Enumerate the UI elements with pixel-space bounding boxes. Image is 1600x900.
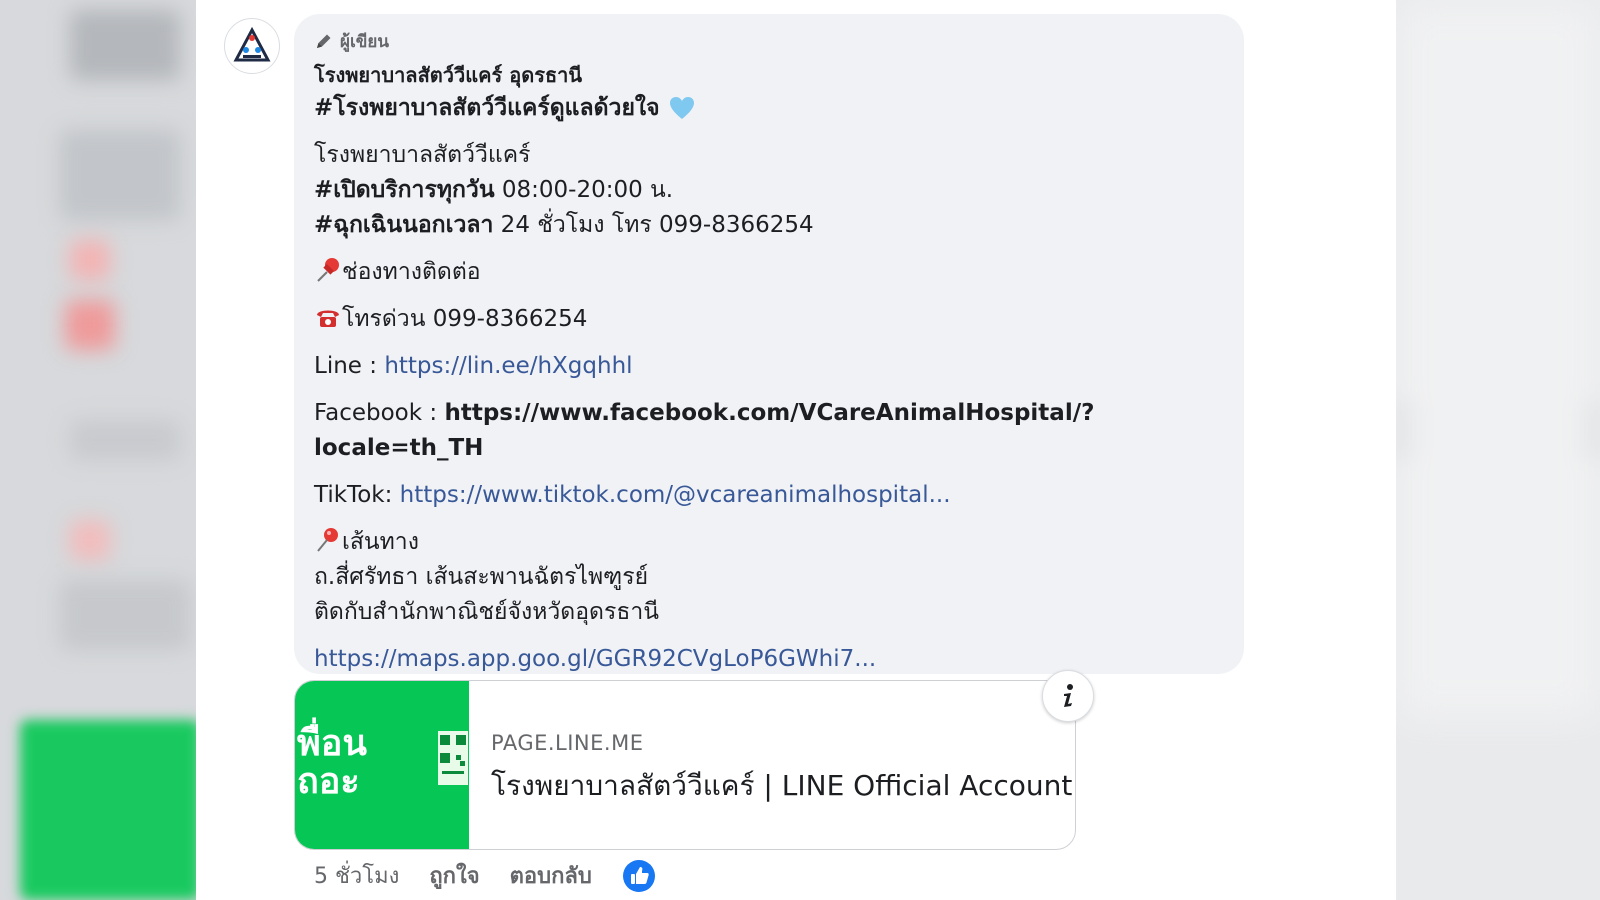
author-name[interactable]: โรงพยาบาลสัตว์วีแคร์ อุดรธานี [314, 60, 1224, 90]
facebook-contact: Facebook : https://www.facebook.com/VCar… [314, 396, 1224, 466]
hours-tag[interactable]: #เปิดบริการทุกวัน [314, 177, 495, 203]
tiktok-link[interactable]: https://www.tiktok.com/@vcareanimalhospi… [400, 482, 951, 508]
link-preview-thumbnail: พื่อน ถอะ [295, 681, 469, 849]
tiktok-label: TikTok: [314, 482, 400, 508]
author-label: ผู้เขียน [340, 31, 389, 52]
blurred-background-right [1396, 0, 1600, 900]
link-preview-card[interactable]: พื่อน ถอะ PAGE.LINE.ME โรงพยาบาลสัตว์วีแ… [294, 680, 1076, 850]
vcare-logo-icon [233, 26, 271, 62]
pushpin-icon [317, 258, 339, 282]
reply-button[interactable]: ตอบกลับ [510, 858, 592, 893]
directions-block: เส้นทาง ถ.สี่ศรัทธา เส้นสะพานฉัตรไพฑูรย์… [314, 525, 1224, 630]
author-badge: ผู้เขียน [314, 28, 1224, 54]
info-icon [1064, 684, 1073, 707]
emergency-line: #ฉุกเฉินนอกเวลา 24 ชั่วโมง โทร 099-83662… [314, 208, 1224, 243]
tiktok-contact: TikTok: https://www.tiktok.com/@vcareani… [314, 478, 1224, 513]
address-line-2: ติดกับสำนักพาณิชย์จังหวัดอุดรธานี [314, 599, 659, 625]
maps-link[interactable]: https://maps.app.goo.gl/GGR92CVgLoP6GWhi… [314, 646, 876, 672]
hotline-line: โทรด่วน 099-8366254 [314, 302, 1224, 337]
like-button[interactable]: ถูกใจ [429, 858, 479, 893]
line-link[interactable]: https://lin.ee/hXgqhhl [384, 353, 632, 379]
hashtag-heading-line: #โรงพยาบาลสัตว์วีแคร์ดูแลด้วยใจ [314, 90, 1224, 126]
hours-line: #เปิดบริการทุกวัน 08:00-20:00 น. [314, 173, 1224, 208]
emergency-value: 24 ชั่วโมง โทร 099-8366254 [493, 212, 814, 238]
qr-code-icon [438, 731, 468, 785]
hashtag-heading[interactable]: #โรงพยาบาลสัตว์วีแคร์ดูแลด้วยใจ [314, 90, 660, 126]
round-pushpin-icon [317, 528, 338, 552]
facebook-label: Facebook : [314, 400, 445, 426]
link-preview-title[interactable]: โรงพยาบาลสัตว์วีแคร์ | LINE Official Acc… [491, 764, 1072, 808]
info-button[interactable] [1042, 670, 1094, 722]
thumbnail-text-2: ถอะ [297, 761, 360, 802]
pencil-icon [317, 34, 331, 48]
like-reaction-icon[interactable] [622, 859, 656, 893]
comment-panel: ผู้เขียน โรงพยาบาลสัตว์วีแคร์ อุดรธานี #… [196, 0, 1396, 900]
blurred-background-left [0, 0, 196, 900]
contact-heading-line: ช่องทางติดต่อ [314, 255, 1224, 290]
telephone-icon [317, 310, 339, 327]
blue-heart-icon [669, 97, 694, 119]
address-line-1: ถ.สี่ศรัทธา เส้นสะพานฉัตรไพฑูรย์ [314, 564, 649, 590]
directions-heading: เส้นทาง [342, 529, 419, 555]
line-contact: Line : https://lin.ee/hXgqhhl [314, 349, 1224, 384]
emergency-tag[interactable]: #ฉุกเฉินนอกเวลา [314, 212, 493, 238]
hotline: โทรด่วน 099-8366254 [342, 306, 588, 332]
comment-actions: 5 ชั่วโมง ถูกใจ ตอบกลับ [314, 858, 656, 893]
directions-heading-line: เส้นทาง [314, 525, 1224, 560]
hours-block: โรงพยาบาลสัตว์วีแคร์ #เปิดบริการทุกวัน 0… [314, 138, 1224, 243]
contact-heading: ช่องทางติดต่อ [342, 259, 481, 285]
thumbnail-text-1: พื่อน [297, 723, 367, 764]
hospital-name: โรงพยาบาลสัตว์วีแคร์ [314, 142, 531, 168]
comment-time[interactable]: 5 ชั่วโมง [314, 858, 399, 893]
comment-bubble: ผู้เขียน โรงพยาบาลสัตว์วีแคร์ อุดรธานี #… [294, 14, 1244, 674]
link-preview-domain: PAGE.LINE.ME [491, 731, 644, 755]
line-label: Line : [314, 353, 385, 379]
page-avatar[interactable] [224, 18, 280, 74]
maps-line: https://maps.app.goo.gl/GGR92CVgLoP6GWhi… [314, 642, 1224, 677]
hours-value: 08:00-20:00 น. [494, 177, 674, 203]
